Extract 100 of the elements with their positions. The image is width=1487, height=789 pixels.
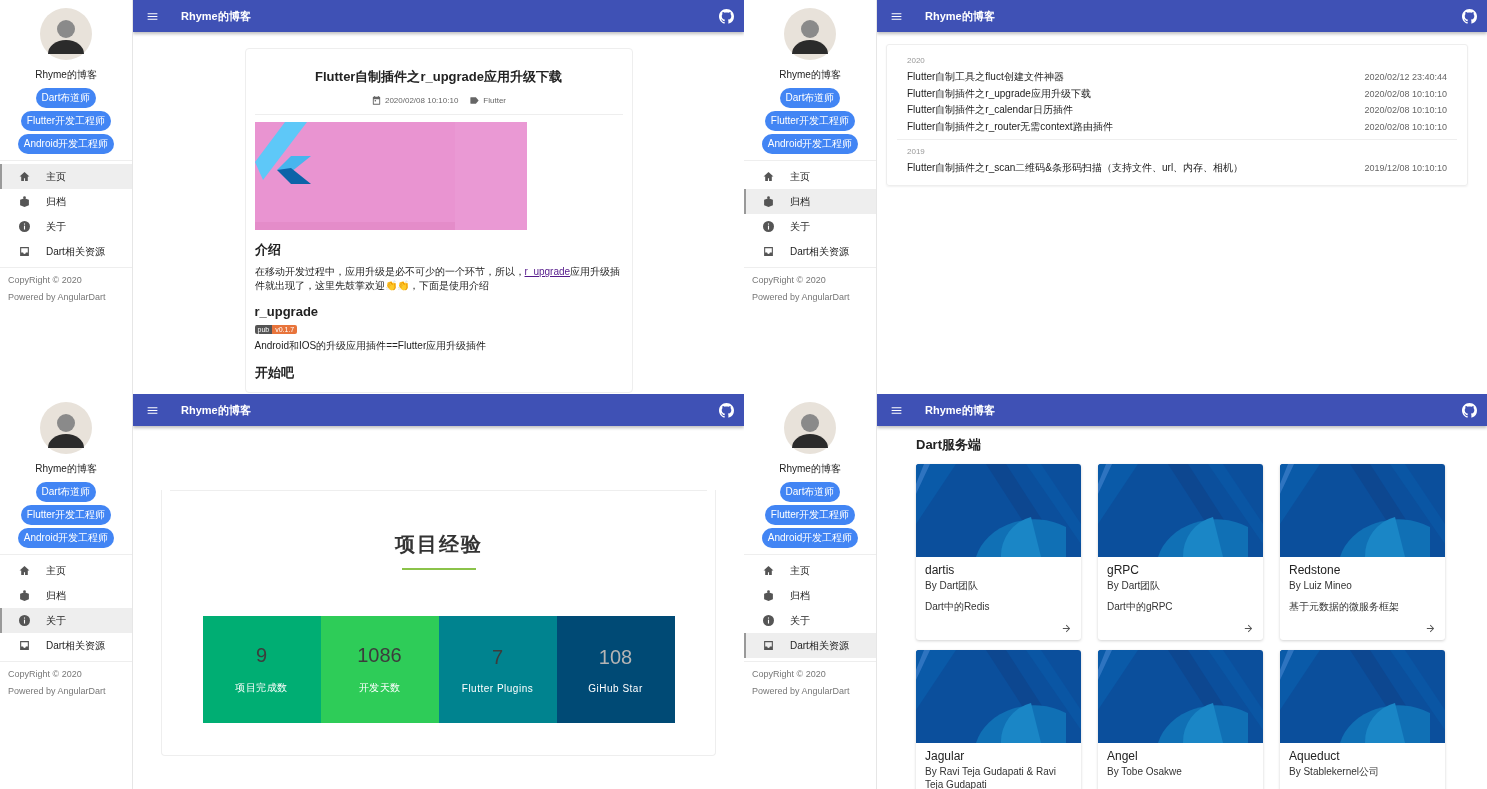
home-icon	[763, 171, 774, 182]
footer-text: CopyRight © 2020	[8, 668, 83, 681]
info-icon	[763, 221, 774, 232]
card-title: Aqueduct	[1289, 749, 1341, 763]
stat-label: 开发天数	[358, 681, 401, 695]
section-heading: 开始吧	[254, 364, 295, 382]
post-link[interactable]: Flutter自制工具之fluct创建文件神器	[907, 69, 1064, 86]
nav-item[interactable]: 归档	[744, 583, 876, 608]
paragraph: 在移动开发过程中，应用升级是必不可少的一个环节，所以，r_upgrade应用升级插件就出现了，这里先鼓掌欢迎👏👏，下面是使用介绍	[254, 265, 622, 293]
nav-item[interactable]: 归档	[0, 189, 132, 214]
card-author: By Dart团队	[1107, 579, 1162, 592]
post-date: 2020/02/08 10:10:10	[1364, 120, 1447, 134]
github-icon[interactable]	[719, 402, 734, 418]
nav-item[interactable]: 关于	[744, 214, 876, 239]
arrow-right-icon[interactable]	[1061, 623, 1072, 634]
box-icon	[763, 590, 774, 601]
card-author: By Dart团队	[925, 579, 980, 592]
blog-name: Rhyme的博客	[34, 462, 98, 476]
resource-card[interactable]: Aqueduct By Stablekernel公司	[1280, 650, 1445, 789]
year-label: 2020	[906, 55, 926, 67]
post-title: Flutter自制插件之r_upgrade应用升级下载	[314, 68, 563, 86]
tag-chip[interactable]: Dart布道师	[779, 88, 841, 108]
nav-item[interactable]: 关于	[744, 608, 876, 633]
footer-text: CopyRight © 2020	[752, 274, 827, 287]
github-icon[interactable]	[1462, 402, 1477, 418]
footer-text: CopyRight © 2020	[8, 274, 83, 287]
info-icon	[19, 221, 30, 232]
tag-chip[interactable]: Flutter开发工程师	[20, 505, 112, 525]
resource-card[interactable]: Redstone By Luiz Mineo 基于元数据的微服务框架	[1280, 464, 1445, 640]
card-author: By Tobe Osakwe	[1107, 765, 1183, 778]
arrow-right-icon[interactable]	[1425, 623, 1436, 634]
home-icon	[19, 565, 30, 576]
post-date: 2019/12/08 10:10:10	[1364, 162, 1447, 175]
tag-chip[interactable]: Flutter开发工程师	[20, 111, 112, 131]
nav-item[interactable]: 主页	[744, 164, 876, 189]
tag-chip[interactable]: Android开发工程师	[761, 134, 859, 154]
info-icon	[763, 615, 774, 626]
section-heading: r_upgrade	[254, 304, 320, 319]
tag-chip[interactable]: Flutter开发工程师	[764, 111, 856, 131]
resource-card[interactable]: Angel By Tobe Osakwe	[1098, 650, 1263, 789]
resource-card[interactable]: dartis By Dart团队 Dart中的Redis	[916, 464, 1081, 640]
post-link[interactable]: Flutter自制插件之r_upgrade应用升级下载	[907, 85, 1091, 102]
github-icon[interactable]	[719, 8, 734, 24]
app-title: Rhyme的博客	[925, 8, 996, 24]
blog-name: Rhyme的博客	[778, 68, 842, 82]
card-description: Dart中的Redis	[925, 600, 991, 614]
stat-value: 108	[598, 645, 633, 669]
link[interactable]: r_upgrade	[524, 266, 571, 277]
nav-item[interactable]: 主页	[0, 164, 132, 189]
card-title: Angel	[1107, 749, 1139, 763]
blog-name: Rhyme的博客	[34, 68, 98, 82]
section-heading: 介绍	[254, 241, 282, 259]
card-author: By Stablekernel公司	[1289, 765, 1381, 778]
post-date: 2020/02/08 10:10:10	[1364, 87, 1447, 101]
inbox-icon	[763, 640, 774, 651]
inbox-icon	[763, 246, 774, 257]
home-icon	[763, 565, 774, 576]
tag-chip[interactable]: Android开发工程师	[761, 528, 859, 548]
nav-item[interactable]: 主页	[0, 558, 132, 583]
nav-item[interactable]: Dart相关资源	[0, 633, 132, 658]
nav-item[interactable]: Dart相关资源	[0, 239, 132, 264]
nav-item[interactable]: 关于	[0, 214, 132, 239]
stat-label: GiHub Star	[588, 682, 643, 694]
tag-chip[interactable]: Android开发工程师	[17, 528, 115, 548]
nav-item[interactable]: 归档	[744, 189, 876, 214]
nav-item[interactable]: Dart相关资源	[744, 239, 876, 264]
tag-chip[interactable]: Flutter开发工程师	[764, 505, 856, 525]
card-title: gRPC	[1107, 563, 1140, 577]
post-date: 2020/02/08 10:10:10	[1364, 104, 1447, 117]
tag-chip[interactable]: Dart布道师	[35, 482, 97, 502]
post-category[interactable]: Flutter	[483, 96, 507, 105]
calendar-icon	[370, 95, 382, 106]
avatar	[40, 402, 92, 454]
card-title: dartis	[925, 563, 956, 577]
footer-text: Powered by AngularDart	[752, 291, 851, 304]
card-author: By Luiz Mineo	[1289, 579, 1353, 592]
blog-name: Rhyme的博客	[778, 462, 842, 476]
tag-chip[interactable]: Dart布道师	[35, 88, 97, 108]
section-heading: 项目经验	[393, 532, 484, 557]
github-icon[interactable]	[1462, 8, 1477, 24]
arrow-right-icon[interactable]	[1243, 623, 1254, 634]
tag-chip[interactable]: Dart布道师	[779, 482, 841, 502]
post-link[interactable]: Flutter自制插件之r_scan二维码&条形码扫描（支持文件、url、内存、相机）	[907, 160, 1244, 177]
post-link[interactable]: Flutter自制插件之r_router无需context路由插件	[907, 118, 1113, 135]
box-icon	[763, 196, 774, 207]
home-icon	[19, 171, 30, 182]
nav-item[interactable]: 关于	[0, 608, 132, 633]
nav-item[interactable]: Dart相关资源	[744, 633, 876, 658]
box-icon	[19, 590, 30, 601]
inbox-icon	[19, 246, 30, 257]
app-title: Rhyme的博客	[925, 402, 996, 418]
footer-text: Powered by AngularDart	[8, 685, 107, 698]
footer-text: CopyRight © 2020	[752, 668, 827, 681]
tag-chip[interactable]: Android开发工程师	[17, 134, 115, 154]
footer-text: Powered by AngularDart	[8, 291, 107, 304]
resource-card[interactable]: gRPC By Dart团队 Dart中的gRPC	[1098, 464, 1263, 640]
nav-item[interactable]: 归档	[0, 583, 132, 608]
nav-item[interactable]: 主页	[744, 558, 876, 583]
stat-value: 7	[491, 645, 504, 669]
post-link[interactable]: Flutter自制插件之r_calendar日历插件	[907, 102, 1073, 119]
